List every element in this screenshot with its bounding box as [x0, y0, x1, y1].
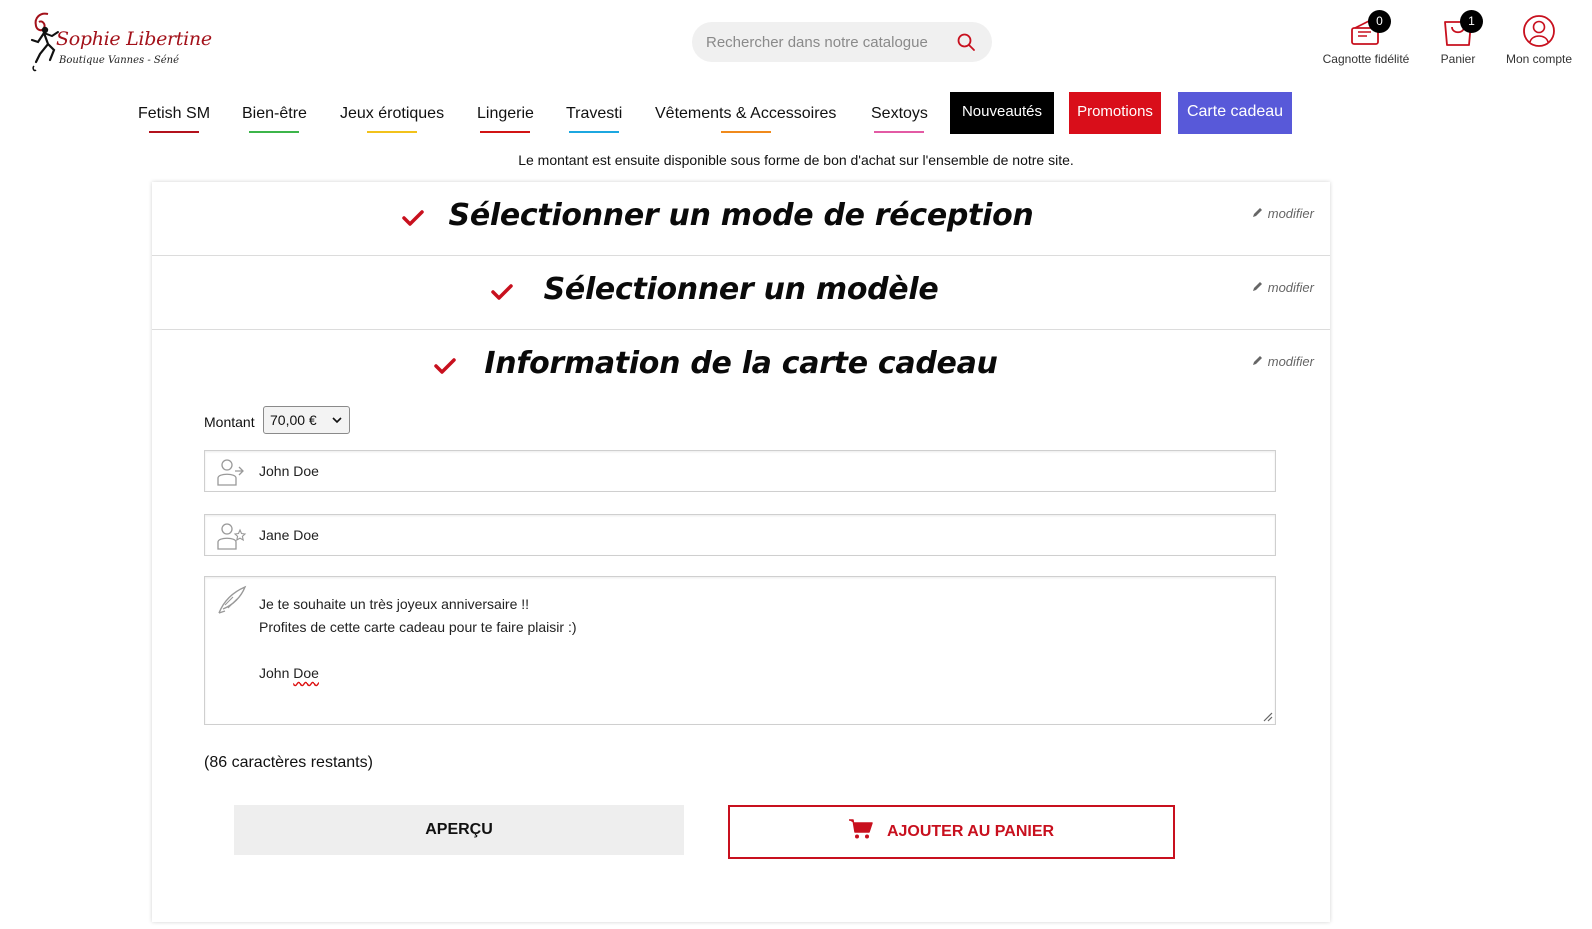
brand-logo[interactable]: Sophie Libertine Boutique Vannes - Séné — [26, 10, 212, 74]
nav-jeux-erotiques[interactable]: Jeux érotiques — [340, 92, 444, 134]
step-title: Sélectionner un modèle — [543, 272, 939, 307]
nav-promotions[interactable]: Promotions — [1069, 92, 1161, 134]
loyalty-wallet-link[interactable]: 0 Cagnotte fidélité — [1314, 10, 1418, 66]
message-text: Je te souhaite un très joyeux anniversai… — [259, 596, 577, 681]
step-model: Sélectionner un modèle modifier — [152, 256, 1330, 330]
search-input[interactable] — [706, 22, 946, 62]
add-to-cart-button[interactable]: AJOUTER AU PANIER — [728, 805, 1175, 859]
gift-card-panel: Sélectionner un mode de réception modifi… — [152, 182, 1330, 922]
nav-vetements-accessoires[interactable]: Vêtements & Accessoires — [655, 92, 836, 134]
modify-link[interactable]: modifier — [1251, 280, 1314, 295]
nav-underline — [720, 131, 771, 133]
loyalty-badge: 0 — [1368, 10, 1391, 33]
user-star-icon — [217, 523, 247, 550]
user-send-icon — [217, 459, 244, 486]
spellcheck-word: Doe — [293, 665, 319, 681]
account-label: Mon compte — [1505, 52, 1573, 66]
message-textarea[interactable]: Je te souhaite un très joyeux anniversai… — [204, 576, 1276, 725]
nav-travesti[interactable]: Travesti — [566, 92, 622, 134]
amount-select[interactable]: 70,00 € — [263, 406, 350, 434]
nav-bien-etre[interactable]: Bien-être — [242, 92, 307, 134]
intro-text: Le montant est ensuite disponible sous f… — [518, 152, 1074, 168]
nav-lingerie[interactable]: Lingerie — [477, 92, 534, 134]
sender-field — [204, 450, 1276, 492]
search-bar — [692, 22, 992, 62]
nav-sextoys[interactable]: Sextoys — [871, 92, 928, 134]
amount-label: Montant — [204, 414, 255, 430]
modify-link[interactable]: modifier — [1251, 354, 1314, 369]
pencil-icon — [1252, 356, 1262, 365]
nav-underline — [480, 131, 531, 133]
account-link[interactable]: Mon compte — [1494, 14, 1584, 66]
resize-handle-icon[interactable] — [1261, 710, 1273, 722]
brand-name: Sophie Libertine — [56, 28, 212, 50]
user-icon — [1523, 15, 1555, 47]
nav-carte-cadeau[interactable]: Carte cadeau — [1178, 92, 1292, 134]
modify-link[interactable]: modifier — [1251, 206, 1314, 221]
search-icon[interactable] — [956, 32, 976, 52]
cart-badge: 1 — [1460, 10, 1483, 33]
recipient-field — [204, 514, 1276, 556]
cart-link[interactable]: 1 Panier — [1428, 10, 1488, 66]
nav-fetish-sm[interactable]: Fetish SM — [138, 92, 210, 134]
nav-underline — [569, 131, 620, 133]
nav-underline — [249, 131, 300, 133]
recipient-name-input[interactable] — [259, 515, 1259, 555]
nav-underline — [874, 131, 925, 133]
pencil-icon — [1252, 282, 1262, 291]
pencil-icon — [1252, 208, 1262, 217]
loyalty-label: Cagnotte fidélité — [1322, 52, 1410, 66]
sender-name-input[interactable] — [259, 451, 1259, 491]
main-nav: Fetish SM Bien-être Jeux érotiques Linge… — [0, 92, 1592, 136]
remaining-characters: (86 caractères restants) — [204, 754, 373, 771]
brand-tagline: Boutique Vannes - Séné — [59, 55, 180, 66]
nav-nouveautes[interactable]: Nouveautés — [950, 92, 1054, 134]
quill-pen-icon — [218, 585, 247, 614]
chevron-down-icon — [332, 417, 342, 424]
nav-underline — [367, 131, 418, 133]
shopping-cart-icon — [848, 819, 873, 839]
step-title: Sélectionner un mode de réception — [448, 198, 1034, 233]
step-reception-mode: Sélectionner un mode de réception modifi… — [152, 182, 1330, 256]
cart-label: Panier — [1440, 52, 1476, 66]
nav-underline — [149, 131, 199, 133]
step-title: Information de la carte cadeau — [484, 346, 998, 381]
preview-button[interactable]: APERÇU — [234, 805, 684, 855]
